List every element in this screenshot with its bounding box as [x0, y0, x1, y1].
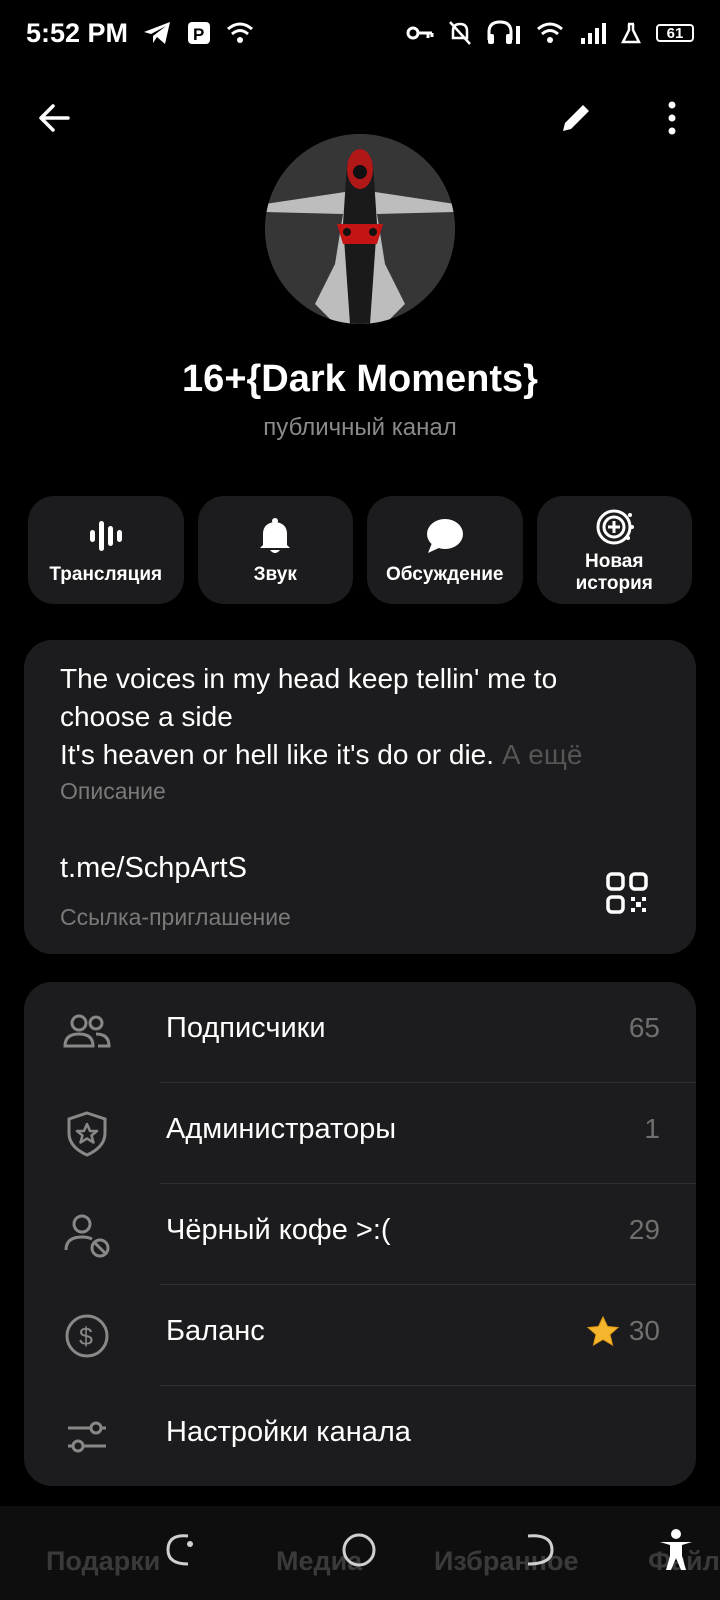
- wifi-signal-icon: [536, 22, 566, 44]
- battery-level: 61: [656, 24, 694, 42]
- svg-text:P: P: [193, 25, 204, 44]
- live-stream-icon: [89, 521, 122, 551]
- menu-item-admins[interactable]: Администраторы 1: [24, 1083, 696, 1183]
- telegram-icon: [142, 20, 172, 46]
- sliders-icon: [62, 1412, 112, 1462]
- invite-link[interactable]: t.me/SchpArtS: [60, 852, 247, 885]
- description: The voices in my head keep tellin' me to…: [60, 660, 660, 774]
- qr-code-button[interactable]: [606, 872, 648, 914]
- accessibility-icon: [660, 1529, 692, 1570]
- tab-gifts[interactable]: Подарки: [46, 1546, 160, 1577]
- back-gesture-icon: [527, 1534, 554, 1566]
- people-icon: [62, 1008, 112, 1058]
- dollar-circle-icon: $: [62, 1311, 112, 1361]
- recents-icon: [166, 1534, 193, 1566]
- accessibility-button[interactable]: [656, 1528, 696, 1572]
- sound-button[interactable]: Звук: [197, 496, 353, 604]
- sound-label: Звук: [253, 564, 297, 585]
- notifications-off-icon: [448, 20, 472, 46]
- menu-label-admins: Администраторы: [166, 1113, 397, 1145]
- menu-value-blacklist: 29: [628, 1214, 660, 1245]
- new-story-icon: [596, 509, 635, 545]
- menu-label-balance: Баланс: [166, 1315, 265, 1347]
- nav-recents-button[interactable]: [160, 1530, 200, 1570]
- show-more-link[interactable]: А ещё: [502, 739, 583, 770]
- vpn-key-icon: [406, 25, 434, 41]
- headphones-icon: [486, 20, 522, 46]
- channel-avatar[interactable]: [265, 134, 455, 324]
- menu-item-blacklist[interactable]: Чёрный кофе >:( 29: [24, 1184, 696, 1284]
- description-line-3: It's heaven or hell like it's do or die.: [60, 739, 495, 770]
- shield-star-icon: [62, 1109, 112, 1159]
- wifi-status-icon: [226, 22, 254, 44]
- status-bar: 5:52 PM P 61: [0, 0, 720, 66]
- menu-value-balance: 30: [586, 1315, 660, 1347]
- nav-home-button[interactable]: [339, 1530, 379, 1570]
- home-circle-icon: [342, 1533, 376, 1567]
- menu-label-blacklist: Чёрный кофе >:(: [166, 1214, 391, 1246]
- discussion-button[interactable]: Обсуждение: [367, 496, 523, 604]
- channel-title: 16+{Dark Moments}: [182, 358, 538, 400]
- chat-bubble-icon: [426, 519, 463, 553]
- live-stream-button[interactable]: Трансляция: [28, 496, 184, 604]
- menu-label-subscribers: Подписчики: [166, 1012, 326, 1044]
- menu-item-subscribers[interactable]: Подписчики 65: [24, 982, 696, 1082]
- menu-item-balance[interactable]: $ Баланс 30: [24, 1285, 696, 1385]
- qr-code-icon: [606, 872, 648, 914]
- action-buttons: Трансляция Звук Обсуждение Новая история: [28, 496, 692, 604]
- description-line-2: choose a side: [60, 701, 233, 732]
- user-blocked-icon: [62, 1210, 112, 1260]
- description-caption: Описание: [60, 778, 166, 804]
- pencil-icon: [563, 105, 589, 131]
- new-story-button[interactable]: Новая история: [536, 496, 692, 604]
- channel-type: публичный канал: [263, 414, 457, 441]
- battery-icon: 61: [656, 24, 694, 42]
- more-menu-button[interactable]: [644, 90, 700, 146]
- new-story-label: Новая история: [575, 551, 653, 594]
- more-vertical-icon: [668, 101, 676, 135]
- back-button[interactable]: [26, 90, 82, 146]
- info-card: The voices in my head keep tellin' me to…: [24, 640, 696, 954]
- description-line-1: The voices in my head keep tellin' me to: [60, 663, 558, 694]
- edit-button[interactable]: [548, 90, 604, 146]
- flask-icon: [620, 22, 642, 44]
- status-time: 5:52 PM: [26, 17, 129, 48]
- svg-text:$: $: [79, 1323, 93, 1351]
- menu-label-channel-settings: Настройки канала: [166, 1416, 411, 1448]
- parking-icon: P: [186, 20, 212, 46]
- discussion-label: Обсуждение: [386, 564, 504, 585]
- arrow-left-icon: [39, 104, 70, 132]
- balance-amount: 30: [628, 1315, 660, 1346]
- menu-value-subscribers: 65: [628, 1012, 660, 1043]
- cell-signal-icon: [580, 22, 606, 44]
- bell-icon: [260, 518, 291, 553]
- star-icon: [586, 1316, 619, 1346]
- invite-link-caption: Ссылка-приглашение: [60, 904, 291, 930]
- nav-back-button[interactable]: [520, 1530, 560, 1570]
- menu-item-channel-settings[interactable]: Настройки канала: [24, 1386, 696, 1486]
- settings-menu: Подписчики 65 Администраторы 1 Чёрный ко…: [24, 982, 696, 1486]
- live-stream-label: Трансляция: [49, 564, 163, 585]
- menu-value-admins: 1: [644, 1113, 660, 1144]
